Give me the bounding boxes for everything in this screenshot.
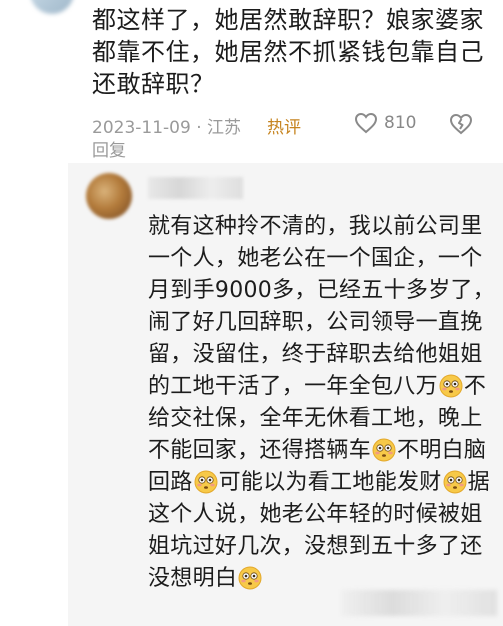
like-count: 810 [384,113,417,133]
comment-line: 都这样了，她居然敢辞职？娘家婆家 [92,6,484,34]
flushed-face-emoji-icon [443,470,467,494]
flushed-face-emoji-icon [238,566,262,590]
comment-text: 都这样了，她居然敢辞职？娘家婆家 都靠不住，她居然不抓紧钱包靠自己 还敢辞职？ [92,4,497,100]
commenter-avatar[interactable] [30,0,74,14]
reply-segment: 就有这种拎不清的，我以前公司里一个人，她老公在一个国企，一个月到手9000多，已… [148,214,496,399]
comment-line: 还敢辞职？ [92,70,215,98]
reply-segment: 可能以为看工地能发财 [218,470,442,495]
heart-outline-icon [354,112,378,134]
comment-meta: 2023-11-09 · 江苏 热评 810 [92,112,497,140]
reply-user-avatar[interactable] [86,173,132,219]
reply-text: 就有这种拎不清的，我以前公司里一个人，她老公在一个国企，一个月到手9000多，已… [148,211,498,595]
broken-heart-icon [449,113,473,135]
flushed-face-emoji-icon [439,374,463,398]
flushed-face-emoji-icon [194,470,218,494]
flushed-face-emoji-icon [372,438,396,462]
comment-date-location: 2023-11-09 · 江苏 [92,118,242,138]
like-button[interactable]: 810 [354,112,416,134]
comment-line: 都靠不住，她居然不抓紧钱包靠自己 [92,38,484,66]
reply-button[interactable]: 回复 [92,136,126,161]
reply-username-blurred[interactable] [148,177,243,199]
hot-comment-badge: 热评 [267,118,301,138]
reply-card: 就有这种拎不清的，我以前公司里一个人，她老公在一个国企，一个月到手9000多，已… [68,163,503,626]
dislike-button[interactable] [449,113,473,140]
watermark-blurred [341,590,497,616]
